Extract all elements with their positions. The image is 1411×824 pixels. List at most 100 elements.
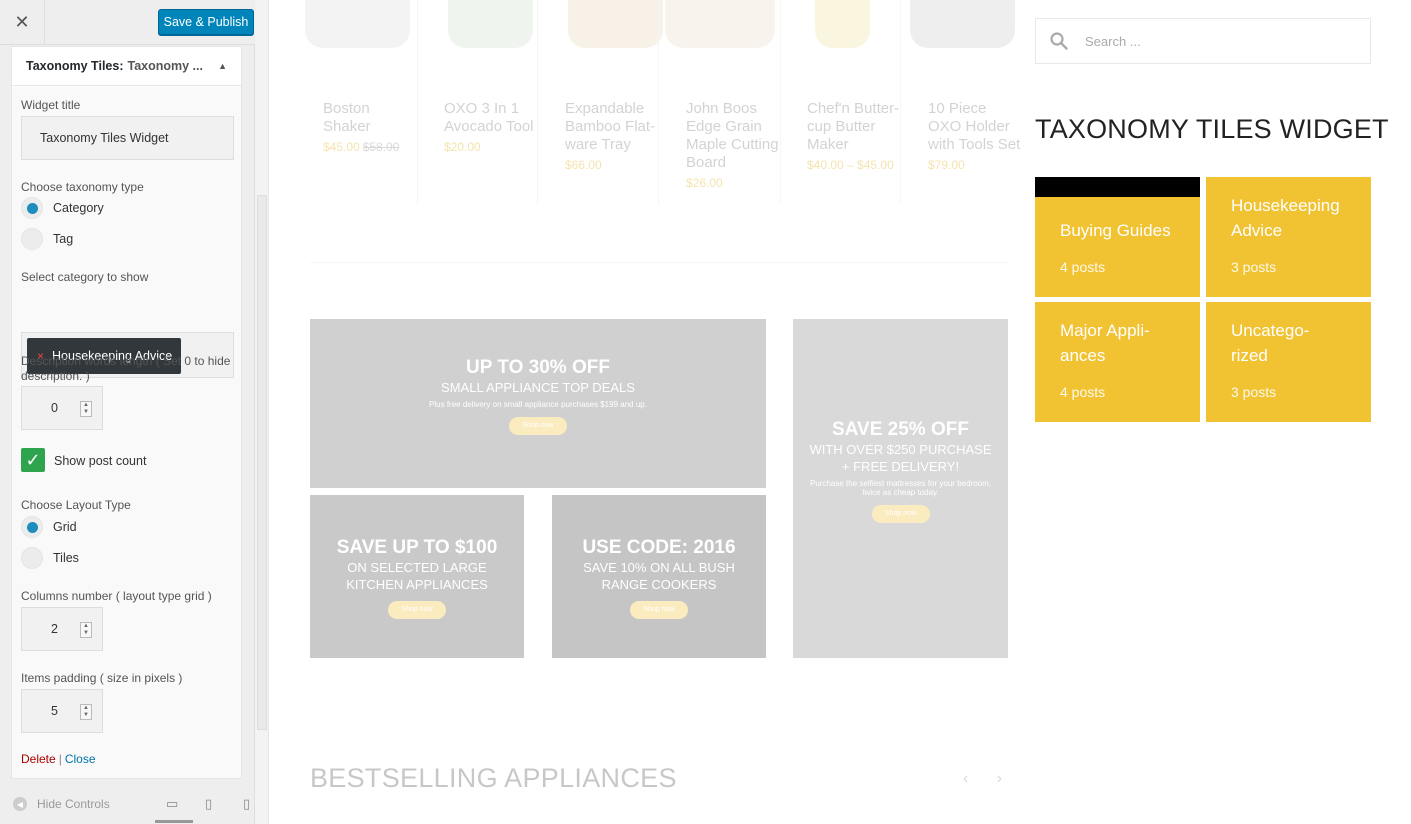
promo-banner[interactable]: UP TO 30% OFF SMALL APPLIANCE TOP DEALS …	[310, 319, 766, 488]
product-price: $45.00 $58.00	[323, 138, 418, 156]
widget-header[interactable]: Taxonomy Tiles: Taxonomy ... ▲	[12, 47, 241, 86]
product-image	[910, 0, 1015, 48]
customizer-sidebar: ✕ Save & Publish Taxonomy Tiles: Taxonom…	[0, 0, 255, 824]
radio-tiles[interactable]	[21, 547, 43, 569]
widget-title: TAXONOMY TILES WIDGET	[1035, 114, 1389, 144]
search-icon[interactable]	[1050, 32, 1068, 50]
shop-now-button[interactable]: Shop now	[630, 601, 688, 619]
radio-category-label: Category	[53, 201, 104, 215]
collapse-arrow-icon[interactable]: ▲	[218, 61, 227, 71]
product-name: John Boos Edge Grain Maple Cutting Board	[686, 100, 779, 171]
radio-category[interactable]	[21, 197, 43, 219]
widget-header-subtitle: Taxonomy ...	[127, 59, 203, 73]
customizer-footer: ◀ Hide Controls ▭ ▯ ▯	[0, 786, 255, 824]
hide-controls-button[interactable]: ◀ Hide Controls	[13, 797, 110, 811]
customizer-header: ✕ Save & Publish	[0, 0, 255, 45]
product-price: $26.00	[686, 176, 723, 190]
site-preview: Boston Shaker $45.00 $58.00 OXO 3 In 1 Av…	[270, 0, 1020, 824]
category-select-label: Select category to show	[21, 270, 149, 284]
product-card[interactable]: John Boos Edge Grain Maple Cutting Board…	[686, 100, 781, 192]
banner-subheading: SAVE 10% ON ALL BUSH RANGE COOKERS	[583, 560, 735, 592]
columns-label: Columns number ( layout type grid )	[21, 589, 212, 603]
product-card[interactable]: Expandable Bamboo Flat-ware Tray $66.00	[565, 100, 660, 174]
widget-actions: Delete | Close	[21, 752, 96, 766]
tile-count: 3 posts	[1231, 259, 1277, 275]
tablet-icon[interactable]: ▯	[205, 797, 212, 812]
close-link[interactable]: Close	[65, 752, 96, 766]
columns-value: 2	[51, 622, 58, 636]
columns-stepper[interactable]: 2 ▲ ▼	[21, 607, 103, 651]
delete-link[interactable]: Delete	[21, 752, 56, 766]
hide-controls-label: Hide Controls	[37, 797, 110, 811]
stepper-arrows-icon[interactable]: ▲ ▼	[80, 622, 92, 638]
padding-stepper[interactable]: 5 ▲ ▼	[21, 689, 103, 733]
stepper-arrows-icon[interactable]: ▲ ▼	[80, 401, 92, 417]
banner-heading: SAVE UP TO $100	[336, 537, 498, 558]
radio-tag[interactable]	[21, 228, 43, 250]
desc-length-label: Description words length ( Set 0 to hide…	[21, 354, 231, 383]
banner-heading: UP TO 30% OFF	[466, 357, 610, 378]
taxonomy-type-label: Choose taxonomy type	[21, 180, 144, 194]
show-post-count-checkbox[interactable]: ✓	[21, 448, 45, 472]
save-publish-button[interactable]: Save & Publish	[158, 9, 254, 35]
product-image	[305, 0, 410, 48]
product-image	[448, 0, 533, 48]
show-post-count-label: Show post count	[54, 454, 147, 468]
radio-tag-label: Tag	[53, 232, 74, 246]
widget-title-label: Widget title	[21, 98, 81, 112]
desc-length-value: 0	[51, 401, 58, 415]
scrollbar-thumb[interactable]	[257, 195, 267, 730]
active-device-indicator	[155, 820, 193, 823]
tile-count: 4 posts	[1060, 259, 1106, 275]
desktop-icon[interactable]: ▭	[166, 797, 178, 812]
shop-now-button[interactable]: Shop now	[871, 505, 930, 523]
tile-name: Housekeeping Advice	[1231, 196, 1340, 240]
taxonomy-tile[interactable]: Uncatego-rized 3 posts	[1206, 302, 1371, 422]
product-name: OXO 3 In 1 Avocado Tool	[444, 100, 534, 135]
padding-value: 5	[51, 704, 58, 718]
taxonomy-tile[interactable]: Major Appli-ances 4 posts	[1035, 302, 1200, 422]
product-price: $79.00	[928, 158, 965, 172]
close-icon[interactable]: ✕	[0, 0, 45, 45]
collapse-arrow-icon: ◀	[13, 797, 27, 811]
desc-length-stepper[interactable]: 0 ▲ ▼	[21, 386, 103, 430]
product-name: Expandable Bamboo Flat-ware Tray	[565, 100, 656, 153]
product-image	[665, 0, 775, 48]
search-input[interactable]: Search ...	[1085, 34, 1141, 49]
shop-now-button[interactable]: Shop now	[509, 417, 567, 435]
widget-form: Widget title Taxonomy Tiles Widget Choos…	[12, 87, 241, 778]
tile-count: 3 posts	[1231, 384, 1277, 400]
banner-subheading: ON SELECTED LARGE KITCHEN APPLIANCES	[346, 560, 488, 592]
layout-type-label: Choose Layout Type	[21, 498, 131, 512]
sidebar-resize-handle[interactable]	[255, 0, 269, 824]
prev-arrow-icon[interactable]: ‹	[963, 770, 968, 787]
next-arrow-icon[interactable]: ›	[997, 770, 1002, 787]
product-image	[815, 0, 870, 48]
banner-text: Purchase the selfiest mattresses for you…	[810, 479, 991, 497]
product-card[interactable]: OXO 3 In 1 Avocado Tool $20.00	[444, 100, 539, 156]
tile-count: 4 posts	[1060, 384, 1106, 400]
mobile-icon[interactable]: ▯	[243, 797, 250, 812]
banner-heading: USE CODE: 2016	[582, 537, 736, 558]
padding-label: Items padding ( size in pixels )	[21, 671, 183, 685]
promo-banner[interactable]: SAVE UP TO $100 ON SELECTED LARGE KITCHE…	[310, 495, 524, 658]
shop-now-button[interactable]: Shop now	[388, 601, 446, 619]
product-card[interactable]: Chef'n Butter-cup Butter Maker $40.00 – …	[807, 100, 902, 174]
section-divider	[310, 262, 1008, 263]
promo-banner[interactable]: SAVE 25% OFF WITH OVER $250 PURCHASE + F…	[793, 319, 1008, 658]
price-old: $58.00	[362, 140, 400, 154]
taxonomy-tile[interactable]: Housekeeping Advice 3 posts	[1206, 177, 1371, 297]
radio-grid-label: Grid	[53, 520, 77, 534]
widget-title-input[interactable]: Taxonomy Tiles Widget	[21, 116, 234, 160]
search-form: Search ...	[1035, 18, 1371, 64]
product-card[interactable]: 10 Piece OXO Holder with Tools Set $79.0…	[928, 100, 1023, 174]
product-price: $66.00	[565, 158, 602, 172]
banner-heading: SAVE 25% OFF	[832, 419, 969, 440]
stepper-arrows-icon[interactable]: ▲ ▼	[80, 704, 92, 720]
radio-grid[interactable]	[21, 516, 43, 538]
tile-name: Buying Guides	[1060, 221, 1171, 240]
product-card[interactable]: Boston Shaker $45.00 $58.00	[323, 100, 418, 156]
promo-banner[interactable]: USE CODE: 2016 SAVE 10% ON ALL BUSH RANG…	[552, 495, 766, 658]
product-name: Boston Shaker	[323, 100, 371, 135]
bestselling-heading: BESTSELLING APPLIANCES	[310, 763, 677, 793]
